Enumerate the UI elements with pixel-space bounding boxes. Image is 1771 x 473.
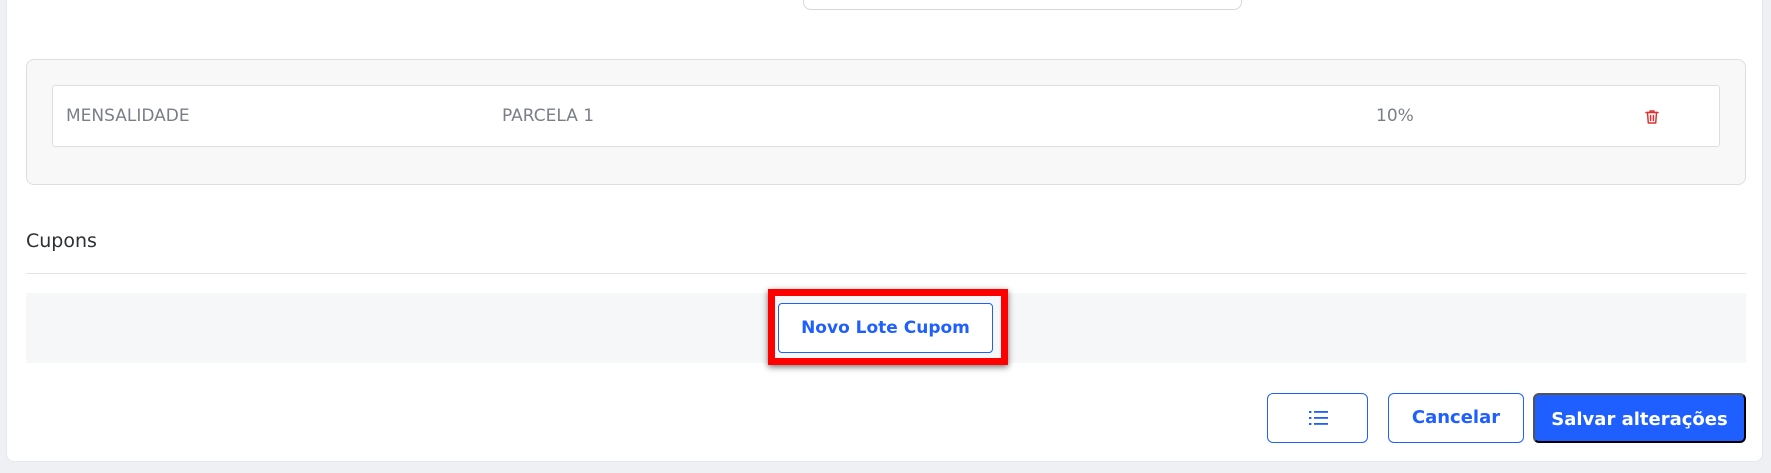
- trash-icon[interactable]: [1642, 107, 1662, 127]
- form-input-field[interactable]: [803, 0, 1242, 10]
- section-divider: [26, 273, 1746, 274]
- list-icon: [1309, 411, 1328, 425]
- discount-percent-cell: 10%: [1376, 106, 1414, 126]
- discount-type-cell: MENSALIDADE: [66, 106, 190, 126]
- cancel-button[interactable]: Cancelar: [1388, 393, 1524, 443]
- discount-installment-cell: PARCELA 1: [502, 106, 595, 126]
- list-view-button[interactable]: [1267, 393, 1368, 443]
- discount-row: MENSALIDADE PARCELA 1 10%: [52, 85, 1720, 147]
- coupons-section-title: Cupons: [26, 230, 97, 252]
- save-changes-button[interactable]: Salvar alterações: [1533, 393, 1746, 443]
- new-coupon-lot-button[interactable]: Novo Lote Cupom: [778, 303, 993, 353]
